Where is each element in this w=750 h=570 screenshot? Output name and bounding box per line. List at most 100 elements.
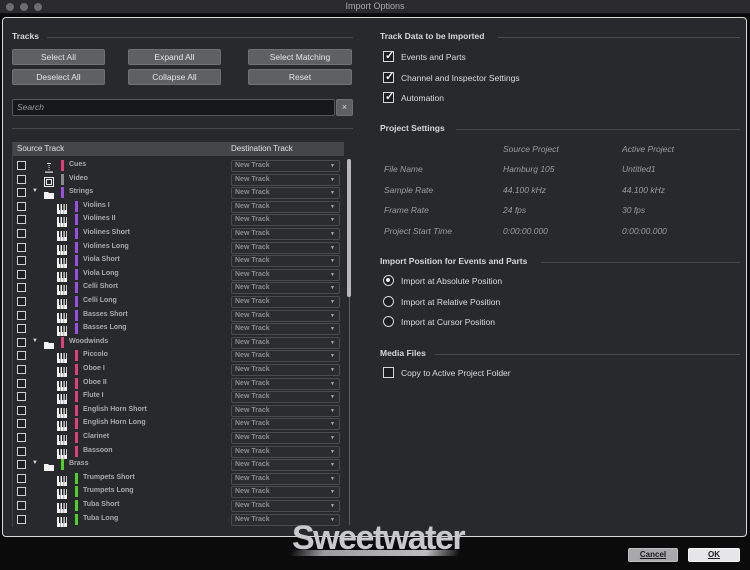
track-row[interactable]: English Horn Short New Track ▼	[13, 404, 344, 418]
track-checkbox[interactable]	[17, 365, 26, 374]
track-row[interactable]: Basses Long New Track ▼	[13, 322, 344, 337]
destination-track-dropdown[interactable]: New Track ▼	[231, 187, 340, 200]
destination-track-dropdown[interactable]: New Track ▼	[231, 282, 340, 295]
destination-track-dropdown[interactable]: New Track ▼	[231, 200, 340, 213]
track-row[interactable]: Clarinet New Track ▼	[13, 431, 344, 445]
deselect-all-button[interactable]: Deselect All	[12, 69, 105, 85]
track-row[interactable]: Trumpets Short New Track ▼	[13, 472, 344, 486]
track-checkbox[interactable]	[17, 215, 26, 225]
destination-track-column-header[interactable]: Destination Track	[231, 144, 293, 153]
track-checkbox[interactable]	[17, 269, 26, 279]
track-row[interactable]: Violines Short New Track ▼	[13, 227, 344, 241]
destination-track-dropdown[interactable]: New Track ▼	[231, 268, 340, 281]
destination-track-dropdown[interactable]: New Track ▼	[231, 377, 340, 390]
track-checkbox[interactable]	[17, 446, 26, 456]
destination-track-dropdown[interactable]: New Track ▼	[231, 173, 340, 186]
track-row[interactable]: Trumpets Long New Track ▼	[13, 485, 344, 500]
collapse-all-button[interactable]: Collapse All	[128, 69, 221, 85]
expand-triangle-icon[interactable]: ▼	[32, 338, 38, 344]
destination-track-dropdown[interactable]: New Track ▼	[231, 323, 340, 336]
track-checkbox[interactable]	[17, 419, 26, 429]
track-checkbox[interactable]	[17, 378, 26, 388]
track-checkbox[interactable]	[17, 174, 26, 184]
destination-track-dropdown[interactable]: New Track ▼	[231, 500, 340, 512]
track-row[interactable]: Cues New Track ▼	[13, 159, 344, 173]
copy-to-project-folder-checkbox[interactable]	[383, 367, 394, 378]
track-row[interactable]: Oboe II New Track ▼	[13, 377, 344, 391]
destination-track-dropdown[interactable]: New Track ▼	[231, 364, 340, 376]
track-row[interactable]: Viola Short New Track ▼	[13, 254, 344, 269]
track-checkbox[interactable]	[17, 310, 26, 320]
track-row[interactable]: Flute I New Track ▼	[13, 390, 344, 405]
track-row[interactable]: Celli Short New Track ▼	[13, 281, 344, 296]
destination-track-dropdown[interactable]: New Track ▼	[231, 160, 340, 172]
track-row[interactable]: Basses Short New Track ▼	[13, 309, 344, 323]
clear-search-icon[interactable]: ×	[336, 99, 353, 116]
track-row[interactable]: ▼ Strings New Track ▼	[13, 186, 344, 200]
expand-all-button[interactable]: Expand All	[128, 49, 221, 65]
track-checkbox[interactable]	[17, 161, 26, 170]
destination-track-dropdown[interactable]: New Track ▼	[231, 486, 340, 499]
track-checkbox[interactable]	[17, 460, 26, 470]
destination-track-dropdown[interactable]: New Track ▼	[231, 336, 340, 349]
track-checkbox[interactable]	[17, 229, 26, 238]
track-row[interactable]: Tuba Short New Track ▼	[13, 499, 344, 513]
track-checkbox[interactable]	[17, 297, 26, 306]
destination-track-dropdown[interactable]: New Track ▼	[231, 241, 340, 254]
import-position-radio[interactable]	[383, 275, 394, 286]
track-checkbox[interactable]	[17, 337, 26, 347]
destination-track-dropdown[interactable]: New Track ▼	[231, 214, 340, 227]
track-data-checkbox[interactable]: ✓	[383, 71, 394, 83]
track-row[interactable]: Violines Long New Track ▼	[13, 241, 344, 255]
source-track-column-header[interactable]: Source Track	[17, 144, 64, 153]
import-position-radio[interactable]	[383, 316, 394, 327]
track-checkbox[interactable]	[17, 433, 26, 442]
track-row[interactable]: Bassoon New Track ▼	[13, 445, 344, 459]
track-row[interactable]: Violines II New Track ▼	[13, 213, 344, 228]
select-matching-button[interactable]: Select Matching	[248, 49, 352, 65]
track-row[interactable]: Celli Long New Track ▼	[13, 295, 344, 309]
track-data-checkbox[interactable]: ✓	[383, 50, 394, 62]
destination-track-dropdown[interactable]: New Track ▼	[231, 255, 340, 268]
track-checkbox[interactable]	[17, 201, 26, 211]
track-checkbox[interactable]	[17, 392, 26, 402]
cancel-button[interactable]: Cancel	[628, 548, 678, 562]
track-checkbox[interactable]	[17, 351, 26, 361]
track-row[interactable]: Viola Long New Track ▼	[13, 268, 344, 282]
destination-track-dropdown[interactable]: New Track ▼	[231, 445, 340, 458]
track-row[interactable]: Oboe I New Track ▼	[13, 363, 344, 377]
scrollbar-thumb[interactable]	[347, 159, 351, 297]
destination-track-dropdown[interactable]: New Track ▼	[231, 350, 340, 363]
search-input[interactable]: Search	[12, 99, 335, 116]
import-position-radio[interactable]	[383, 295, 394, 307]
track-row[interactable]: Violins I New Track ▼	[13, 200, 344, 214]
track-data-checkbox[interactable]: ✓	[383, 91, 394, 103]
track-checkbox[interactable]	[17, 242, 26, 252]
track-row[interactable]: English Horn Long New Track ▼	[13, 417, 344, 432]
destination-track-dropdown[interactable]: New Track ▼	[231, 404, 340, 417]
destination-track-dropdown[interactable]: New Track ▼	[231, 309, 340, 322]
destination-track-dropdown[interactable]: New Track ▼	[231, 472, 340, 485]
track-checkbox[interactable]	[17, 501, 26, 510]
destination-track-dropdown[interactable]: New Track ▼	[231, 418, 340, 431]
track-row[interactable]: ▼ Brass New Track ▼	[13, 458, 344, 472]
track-checkbox[interactable]	[17, 283, 26, 293]
track-checkbox[interactable]	[17, 324, 26, 334]
expand-triangle-icon[interactable]: ▼	[32, 188, 38, 194]
destination-track-dropdown[interactable]: New Track ▼	[231, 228, 340, 240]
destination-track-dropdown[interactable]: New Track ▼	[231, 391, 340, 404]
track-checkbox[interactable]	[17, 487, 26, 497]
track-checkbox[interactable]	[17, 473, 26, 483]
track-row[interactable]: Piccolo New Track ▼	[13, 349, 344, 364]
select-all-button[interactable]: Select All	[12, 49, 105, 65]
track-checkbox[interactable]	[17, 514, 26, 524]
destination-track-dropdown[interactable]: New Track ▼	[231, 459, 340, 472]
ok-button[interactable]: OK	[688, 548, 740, 562]
track-row[interactable]: ▼ Woodwinds New Track ▼	[13, 336, 344, 350]
track-row[interactable]: Video New Track ▼	[13, 173, 344, 187]
track-checkbox[interactable]	[17, 405, 26, 415]
destination-track-dropdown[interactable]: New Track ▼	[231, 296, 340, 308]
reset-button[interactable]: Reset	[248, 69, 352, 85]
destination-track-dropdown[interactable]: New Track ▼	[231, 432, 340, 444]
track-checkbox[interactable]	[17, 256, 26, 266]
